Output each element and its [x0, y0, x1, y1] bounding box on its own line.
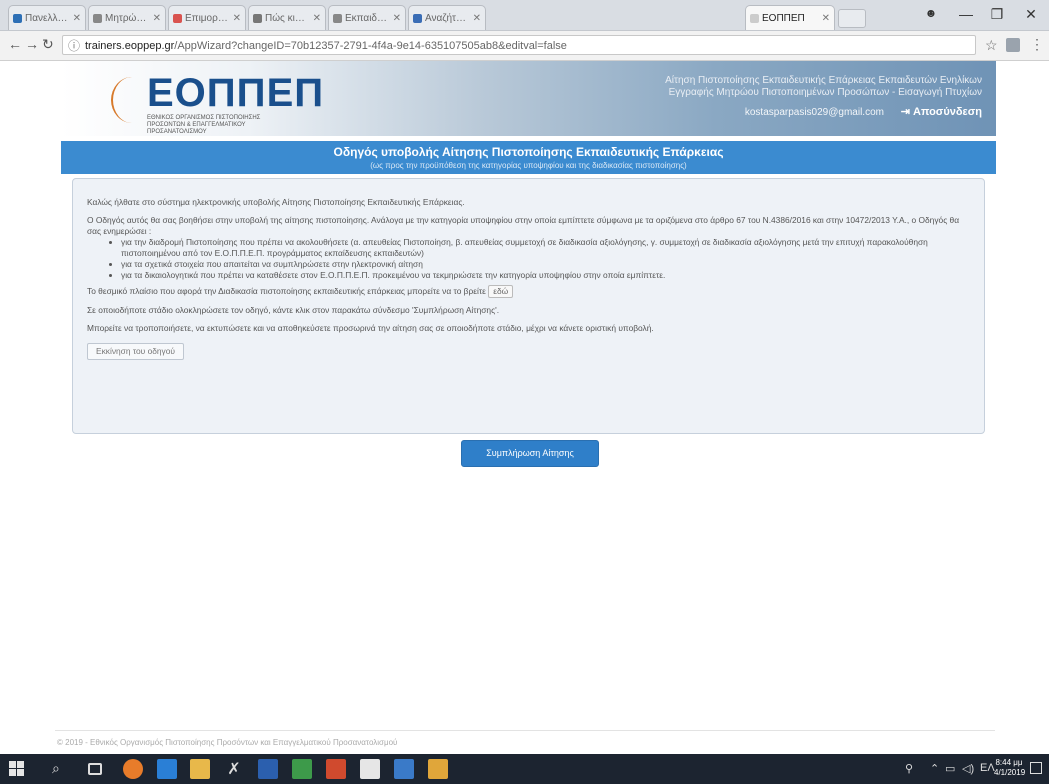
task-view-icon[interactable] [88, 763, 102, 775]
network-icon[interactable]: ▭ [945, 762, 955, 775]
footer-divider [55, 730, 995, 731]
tab-label: Πώς κινητοπ… [265, 12, 310, 24]
tab-label: Πανελλήνιο Μητ… [25, 12, 70, 24]
browser-tab-4[interactable]: Πώς κινητοπ… ✕ [248, 5, 326, 30]
reload-icon[interactable]: ↻ [42, 36, 54, 53]
user-email: kostasparpasis029@gmail.com [744, 107, 884, 118]
list-item: για τα δικαιολογητικά που πρέπει να κατα… [121, 270, 970, 281]
here-link-button[interactable]: εδώ [488, 285, 514, 298]
close-icon[interactable]: ✕ [473, 13, 481, 24]
tab-label: Αναζήτηση Δι… [425, 12, 470, 24]
close-icon[interactable]: ✕ [822, 13, 830, 24]
notepad-icon[interactable] [360, 759, 380, 779]
site-header: ΕΟΠΠΕΠ ΕΘΝΙΚΟΣ ΟΡΓΑΝΙΣΜΟΣ ΠΙΣΤΟΠΟΙΗΣΗΣ Π… [61, 61, 996, 136]
list-item: για την διαδρομή Πιστοποίησης που πρέπει… [121, 237, 970, 259]
complete-instruction-text: Σε οποιοδήποτε στάδιο ολοκληρώσετε τον ο… [87, 305, 500, 315]
tab-favicon [253, 13, 262, 23]
browser-tab-2[interactable]: Μητρώο Αξιολ… ✕ [88, 5, 166, 30]
search-icon[interactable]: ⌕ [52, 760, 60, 777]
legal-framework-label: Το θεσμικό πλαίσιο που αφορά την Διαδικα… [87, 286, 486, 296]
legal-framework-text: Το θεσμικό πλαίσιο που αφορά την Διαδικα… [87, 285, 970, 298]
forward-arrow-icon[interactable]: → [25, 36, 39, 52]
close-icon[interactable]: ✕ [393, 13, 401, 24]
word-icon[interactable] [258, 759, 278, 779]
browser-tab-6[interactable]: Αναζήτηση Δι… ✕ [408, 5, 486, 30]
list-item: για τα σχετικά στοιχεία που απαιτείται ν… [121, 259, 970, 270]
tab-favicon [173, 13, 182, 23]
clock-date: 4/1/2019 [994, 768, 1026, 777]
back-arrow-icon[interactable]: ← [8, 36, 22, 52]
browser-tab-5[interactable]: Εκπαιδευτικοί… ✕ [328, 5, 406, 30]
page-subtitle: (ως προς την προϋπόθεση της κατηγορίας υ… [370, 161, 687, 170]
browser-toolbar: ← → ↻ ⓘ trainers.eoppep.gr/AppWizard?cha… [0, 31, 1049, 61]
close-icon[interactable]: ✕ [73, 13, 81, 24]
logo-text: ΕΟΠΠΕΠ [147, 71, 325, 115]
browser-tab-active[interactable]: ΕΟΠΠΕΠ ✕ [745, 5, 835, 30]
browser-menu-icon[interactable]: ⋮ [1030, 36, 1044, 53]
logout-link[interactable]: ⇥ Αποσύνδεση [901, 106, 982, 118]
bookmark-star-icon[interactable]: ☆ [985, 37, 998, 54]
eoppep-logo[interactable]: ΕΟΠΠΕΠ ΕΘΝΙΚΟΣ ΟΡΓΑΝΙΣΜΟΣ ΠΙΣΤΟΠΟΙΗΣΗΣ Π… [111, 71, 323, 135]
header-app-title-1: Αίτηση Πιστοποίησης Εκπαιδευτικής Επάρκε… [665, 75, 982, 86]
guide-bullet-list: για την διαδρομή Πιστοποίησης που πρέπει… [87, 237, 970, 281]
info-icon[interactable]: ⓘ [68, 36, 80, 54]
close-icon[interactable]: ✕ [313, 13, 321, 24]
tab-favicon [93, 13, 102, 23]
tab-label: Εκπαιδευτικοί… [345, 12, 390, 24]
tab-favicon [333, 13, 342, 23]
os-taskbar: ⌕ ✗ ⚲ ⌃ ▭ ◁) ΕΛ 8:44 μμ 4/1/2019 [0, 754, 1049, 784]
user-bar: kostasparpasis029@gmail.com ⇥ Αποσύνδεση [562, 105, 982, 118]
app-icon[interactable]: ✗ [224, 759, 244, 779]
close-icon[interactable]: ✕ [233, 13, 241, 24]
footer-copyright: © 2019 - Εθνικός Οργανισμός Πιστοποίησης… [57, 738, 398, 747]
tab-favicon [750, 13, 759, 23]
tab-favicon [413, 13, 422, 23]
header-info: Αίτηση Πιστοποίησης Εκπαιδευτικής Επάρκε… [562, 75, 982, 118]
new-tab-button[interactable] [838, 9, 866, 28]
volume-icon[interactable]: ◁) [962, 762, 974, 775]
tray-chevron-icon[interactable]: ⌃ [930, 762, 939, 775]
windows-start-icon[interactable] [9, 761, 25, 777]
page-title: Οδηγός υποβολής Αίτησης Πιστοποίησης Εκπ… [333, 145, 724, 159]
url-path: /AppWizard?changeID=70b12357-2791-4f4a-9… [174, 40, 567, 52]
extension-icon[interactable] [1006, 38, 1020, 52]
file-explorer-icon[interactable] [190, 759, 210, 779]
minimize-button[interactable]: — [955, 6, 977, 22]
powerpoint-icon[interactable] [326, 759, 346, 779]
address-bar[interactable]: ⓘ trainers.eoppep.gr/AppWizard?changeID=… [62, 35, 976, 55]
welcome-text: Καλώς ήλθατε στο σύστημα ηλεκτρονικής υπ… [87, 197, 465, 207]
save-instruction-text: Μπορείτε να τροποποιήσετε, να εκτυπώσετε… [87, 323, 654, 333]
tab-favicon [13, 13, 22, 23]
folder-icon[interactable] [428, 759, 448, 779]
firefox-icon[interactable] [123, 759, 143, 779]
header-app-title-2: Εγγραφής Μητρώου Πιστοποιημένων Προσώπων… [668, 87, 982, 98]
browser-tab-1[interactable]: Πανελλήνιο Μητ… ✕ [8, 5, 86, 30]
tab-label: Μητρώο Αξιολ… [105, 12, 150, 24]
tab-label: Επιμορφωσ… [185, 12, 230, 24]
taskbar-clock[interactable]: 8:44 μμ 4/1/2019 [994, 758, 1026, 778]
profile-icon[interactable]: ☻ [920, 6, 942, 20]
browser-tab-3[interactable]: Επιμορφωσ… ✕ [168, 5, 246, 30]
logout-icon: ⇥ [900, 106, 914, 118]
page-title-bar: Οδηγός υποβολής Αίτησης Πιστοποίησης Εκπ… [61, 141, 996, 174]
language-indicator[interactable]: ΕΛ [980, 762, 995, 774]
start-guide-button[interactable]: Εκκίνηση του οδηγού [87, 343, 184, 360]
browser-tab-strip: Πανελλήνιο Μητ… ✕ Μητρώο Αξιολ… ✕ Επιμορ… [0, 0, 1049, 31]
url-host: trainers.eoppep.gr [85, 40, 175, 52]
tab-label: ΕΟΠΠΕΠ [762, 12, 805, 24]
people-icon[interactable]: ⚲ [905, 762, 913, 775]
logout-label: Αποσύνδεση [913, 106, 982, 118]
excel-icon[interactable] [292, 759, 312, 779]
notification-icon[interactable] [1030, 762, 1042, 774]
maximize-button[interactable]: ❐ [986, 6, 1008, 23]
guide-intro-text: Ο Οδηγός αυτός θα σας βοηθήσει στην υποβ… [87, 215, 960, 236]
photos-icon[interactable] [394, 759, 414, 779]
close-window-button[interactable]: ✕ [1020, 6, 1042, 23]
clock-time: 8:44 μμ [995, 758, 1023, 767]
edge-icon[interactable] [157, 759, 177, 779]
complete-application-button[interactable]: Συμπλήρωση Αίτησης [461, 440, 599, 467]
guide-panel: Καλώς ήλθατε στο σύστημα ηλεκτρονικής υπ… [72, 178, 985, 434]
logo-subtitle: ΕΘΝΙΚΟΣ ΟΡΓΑΝΙΣΜΟΣ ΠΙΣΤΟΠΟΙΗΣΗΣ ΠΡΟΣΟΝΤΩ… [147, 115, 261, 135]
close-icon[interactable]: ✕ [153, 13, 161, 24]
